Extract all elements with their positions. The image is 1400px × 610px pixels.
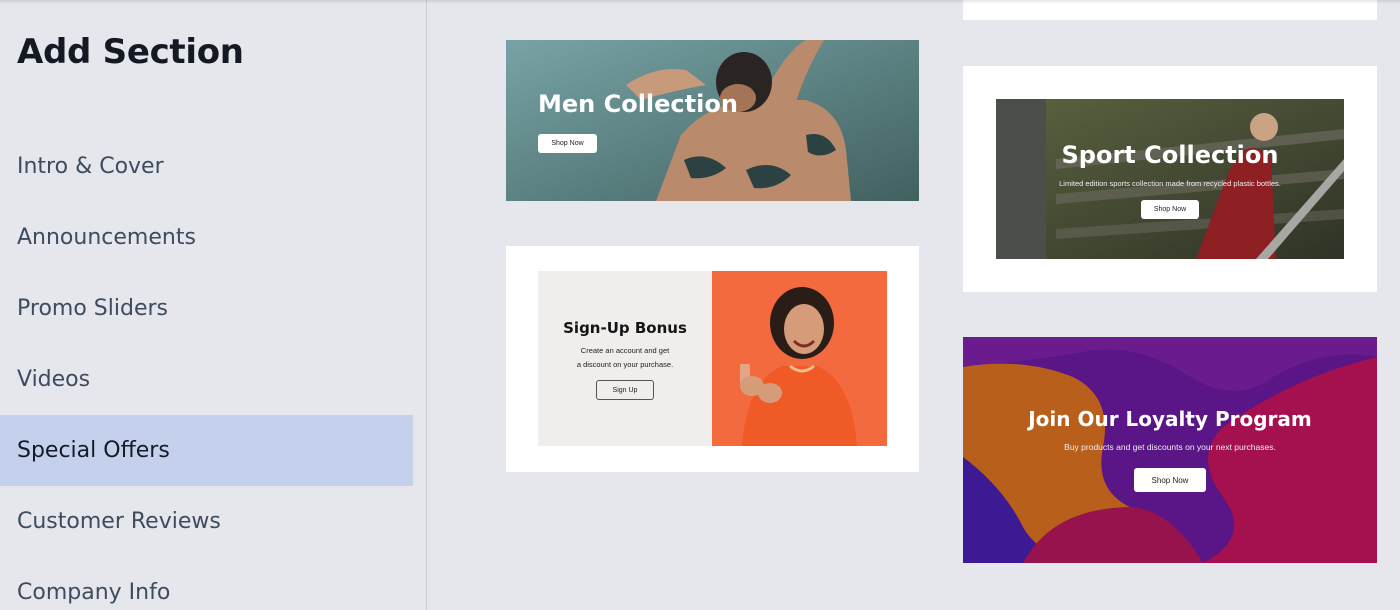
signup-title: Sign-Up Bonus [563,319,687,337]
sidebar-item-announcements[interactable]: Announcements [0,202,413,273]
signup-button[interactable]: Sign Up [596,380,654,400]
section-card-sport-collection[interactable]: Sport Collection Limited edition sports … [963,66,1377,292]
sidebar-item-company-info[interactable]: Company Info [0,557,413,610]
loyalty-title: Join Our Loyalty Program [1028,407,1312,431]
sidebar-item-intro-cover[interactable]: Intro & Cover [0,131,413,202]
sidebar-item-customer-reviews[interactable]: Customer Reviews [0,486,413,557]
signup-line-2: a discount on your purchase. [576,360,674,369]
sidebar-item-videos[interactable]: Videos [0,344,413,415]
sidebar-item-promo-sliders[interactable]: Promo Sliders [0,273,413,344]
sport-collection-subtitle: Limited edition sports collection made f… [1059,179,1281,188]
loyalty-subtitle: Buy products and get discounts on your n… [1064,442,1276,452]
section-card-loyalty-program[interactable]: Join Our Loyalty Program Buy products an… [963,337,1377,563]
top-shadow [0,0,1400,4]
section-sidebar: Add Section Intro & Cover Announcements … [0,0,427,610]
signup-photo [712,271,887,446]
signup-line-1: Create an account and get [580,346,670,355]
sport-shop-now-button[interactable]: Shop Now [1141,200,1199,219]
sport-collection-title: Sport Collection [1061,141,1279,169]
men-collection-image [506,40,919,201]
men-collection-title: Men Collection [538,90,738,118]
men-shop-now-button[interactable]: Shop Now [538,134,597,153]
sidebar-item-special-offers[interactable]: Special Offers [0,415,413,486]
section-card-men-collection[interactable]: Men Collection Shop Now [506,40,919,201]
sidebar-title: Add Section [17,32,244,72]
signup-text-panel: Sign-Up Bonus Create an account and get … [538,271,712,446]
section-card-signup-bonus[interactable]: Sign-Up Bonus Create an account and get … [506,246,919,472]
sport-collection-image: Sport Collection Limited edition sports … [996,99,1344,259]
loyalty-shop-now-button[interactable]: Shop Now [1134,468,1206,492]
